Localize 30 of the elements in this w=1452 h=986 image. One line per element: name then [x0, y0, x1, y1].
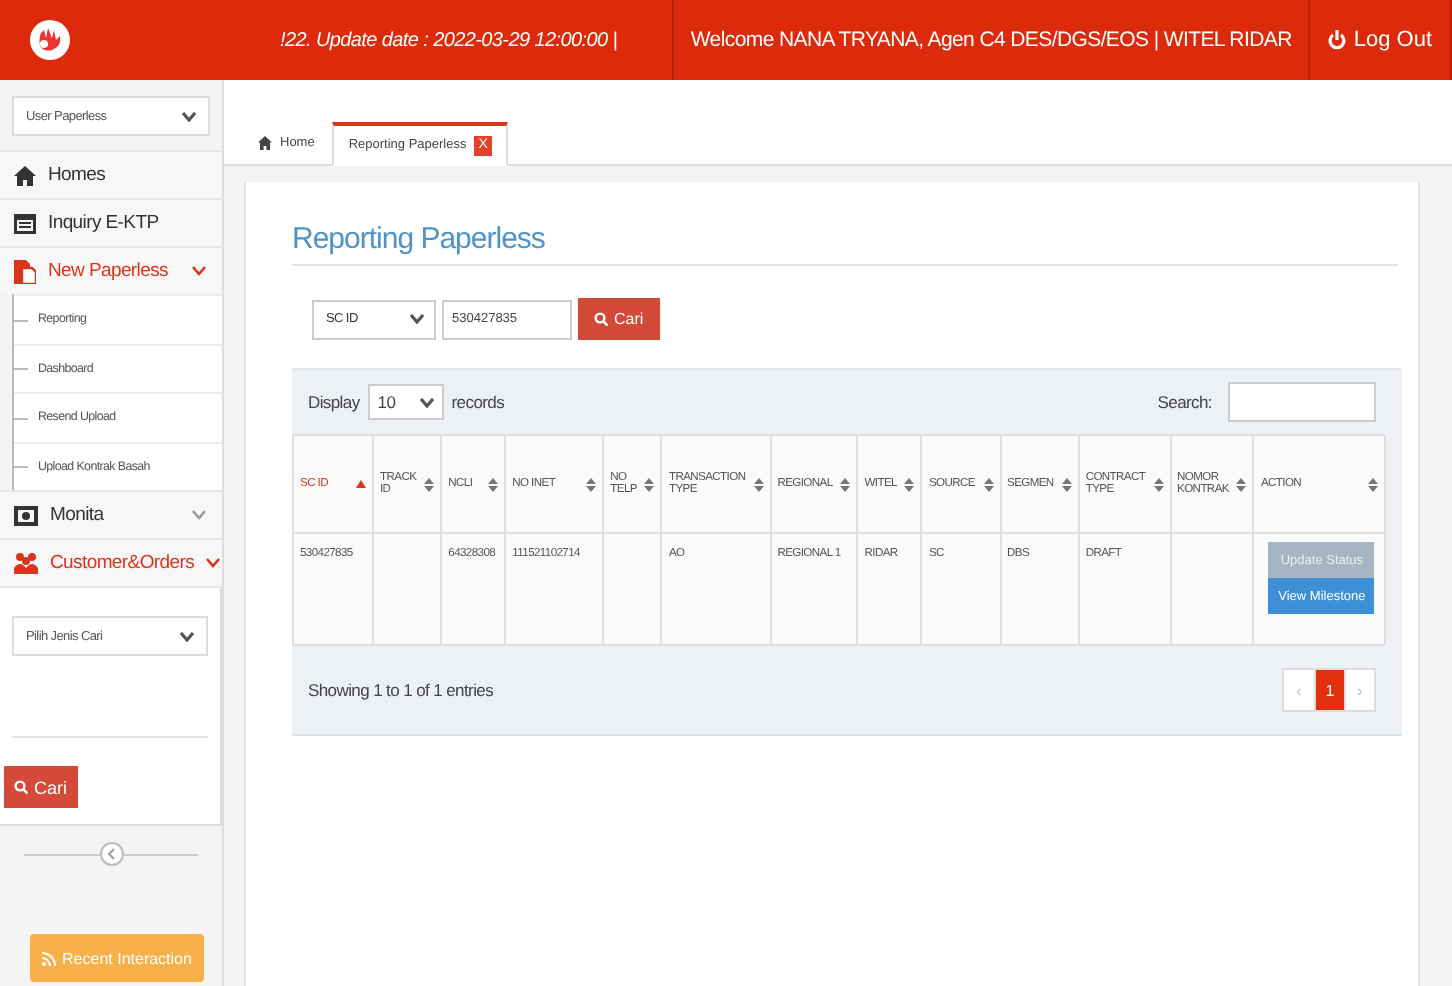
caret-icon [182, 111, 196, 121]
logo-icon [28, 18, 72, 62]
caret-icon [410, 314, 424, 324]
rss-icon [42, 951, 57, 965]
caret-icon [180, 631, 194, 641]
records-label: records [451, 392, 505, 412]
monitor-icon [14, 505, 38, 525]
collapse-icon[interactable] [99, 842, 123, 866]
search-icon [594, 312, 608, 326]
chevron-down-icon [192, 510, 206, 520]
chevron-down-icon [206, 558, 221, 568]
update-notice: !22. Update date : 2022-03-29 12:00:00 | [280, 29, 620, 51]
power-icon [1327, 30, 1346, 50]
search-button[interactable]: Cari [578, 298, 660, 340]
search-icon [14, 780, 28, 794]
page-button[interactable]: 1 [1314, 670, 1344, 710]
chevron-down-icon [192, 266, 206, 276]
home-icon [14, 165, 36, 185]
caret-icon [419, 397, 434, 407]
entries-info: Showing 1 to 1 of 1 entries [308, 680, 494, 700]
page-title: Reporting Paperless [292, 222, 1398, 266]
search-button[interactable]: Cari [4, 766, 78, 808]
people-icon [14, 552, 38, 574]
search-label: Search: [1157, 392, 1212, 412]
calendar-icon [14, 213, 36, 233]
table-search-field[interactable] [1228, 382, 1376, 422]
page-size-select[interactable]: 10 [367, 384, 444, 420]
document-icon [14, 259, 36, 283]
home-icon [258, 135, 272, 149]
display-label: Display [308, 392, 360, 412]
